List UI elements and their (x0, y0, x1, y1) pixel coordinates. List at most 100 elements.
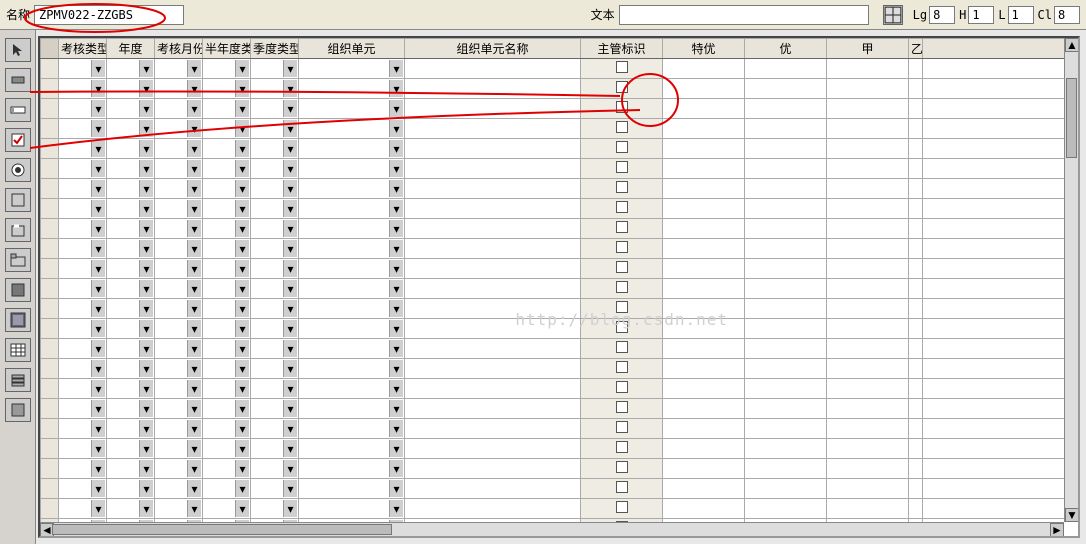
dropdown-cell[interactable]: ▾ (299, 459, 405, 479)
text-cell[interactable] (827, 399, 909, 419)
palette-pointer[interactable] (5, 38, 31, 62)
chevron-down-icon[interactable]: ▾ (187, 220, 201, 237)
text-cell[interactable] (663, 399, 745, 419)
dropdown-cell[interactable]: ▾ (299, 159, 405, 179)
chevron-down-icon[interactable]: ▾ (91, 280, 105, 297)
chevron-down-icon[interactable]: ▾ (187, 260, 201, 277)
text-cell[interactable] (827, 499, 909, 519)
checkbox-icon[interactable] (616, 61, 628, 73)
row-selector[interactable] (41, 439, 59, 459)
chevron-down-icon[interactable]: ▾ (91, 300, 105, 317)
dropdown-cell[interactable]: ▾ (251, 419, 299, 439)
dropdown-cell[interactable]: ▾ (107, 59, 155, 79)
dropdown-cell[interactable]: ▾ (155, 179, 203, 199)
chevron-down-icon[interactable]: ▾ (187, 400, 201, 417)
text-cell[interactable] (745, 99, 827, 119)
text-cell[interactable] (663, 379, 745, 399)
dropdown-cell[interactable]: ▾ (299, 299, 405, 319)
dropdown-cell[interactable]: ▾ (203, 159, 251, 179)
text-cell[interactable] (827, 159, 909, 179)
dropdown-cell[interactable]: ▾ (299, 419, 405, 439)
chevron-down-icon[interactable]: ▾ (139, 500, 153, 517)
row-selector[interactable] (41, 119, 59, 139)
chevron-down-icon[interactable]: ▾ (139, 480, 153, 497)
checkbox-cell[interactable] (581, 479, 663, 499)
chevron-down-icon[interactable]: ▾ (389, 360, 403, 377)
checkbox-cell[interactable] (581, 279, 663, 299)
chevron-down-icon[interactable]: ▾ (187, 340, 201, 357)
text-cell[interactable] (909, 299, 923, 319)
dropdown-cell[interactable]: ▾ (155, 439, 203, 459)
dropdown-cell[interactable]: ▾ (59, 179, 107, 199)
col-header[interactable]: 年度 (107, 39, 155, 59)
palette-frame[interactable] (5, 188, 31, 212)
chevron-down-icon[interactable]: ▾ (139, 160, 153, 177)
dropdown-cell[interactable]: ▾ (155, 419, 203, 439)
text-cell[interactable] (909, 179, 923, 199)
col-header[interactable]: 季度类型 (251, 39, 299, 59)
chevron-down-icon[interactable]: ▾ (283, 320, 297, 337)
dropdown-cell[interactable]: ▾ (299, 339, 405, 359)
text-cell[interactable] (663, 179, 745, 199)
dropdown-cell[interactable]: ▾ (155, 259, 203, 279)
text-cell[interactable] (827, 79, 909, 99)
checkbox-cell[interactable] (581, 139, 663, 159)
chevron-down-icon[interactable]: ▾ (235, 340, 249, 357)
dropdown-cell[interactable]: ▾ (251, 259, 299, 279)
text-cell[interactable] (405, 79, 581, 99)
dropdown-cell[interactable]: ▾ (299, 359, 405, 379)
chevron-down-icon[interactable]: ▾ (389, 220, 403, 237)
row-selector[interactable] (41, 239, 59, 259)
chevron-down-icon[interactable]: ▾ (139, 320, 153, 337)
chevron-down-icon[interactable]: ▾ (187, 440, 201, 457)
dropdown-cell[interactable]: ▾ (107, 319, 155, 339)
checkbox-cell[interactable] (581, 339, 663, 359)
checkbox-cell[interactable] (581, 119, 663, 139)
dropdown-cell[interactable]: ▾ (251, 499, 299, 519)
text-cell[interactable] (405, 239, 581, 259)
text-cell[interactable] (405, 439, 581, 459)
dropdown-cell[interactable]: ▾ (251, 479, 299, 499)
chevron-down-icon[interactable]: ▾ (389, 140, 403, 157)
dropdown-cell[interactable]: ▾ (155, 119, 203, 139)
dropdown-cell[interactable]: ▾ (299, 79, 405, 99)
chevron-down-icon[interactable]: ▾ (139, 220, 153, 237)
dropdown-cell[interactable]: ▾ (155, 79, 203, 99)
checkbox-cell[interactable] (581, 179, 663, 199)
chevron-down-icon[interactable]: ▾ (187, 140, 201, 157)
text-cell[interactable] (827, 319, 909, 339)
chevron-down-icon[interactable]: ▾ (91, 360, 105, 377)
checkbox-icon[interactable] (616, 221, 628, 233)
dropdown-cell[interactable]: ▾ (59, 119, 107, 139)
dropdown-cell[interactable]: ▾ (155, 459, 203, 479)
dropdown-cell[interactable]: ▾ (107, 99, 155, 119)
palette-groupbox[interactable] (5, 218, 31, 242)
chevron-down-icon[interactable]: ▾ (283, 360, 297, 377)
text-cell[interactable] (909, 279, 923, 299)
dropdown-cell[interactable]: ▾ (155, 139, 203, 159)
dropdown-cell[interactable]: ▾ (155, 59, 203, 79)
chevron-down-icon[interactable]: ▾ (139, 100, 153, 117)
checkbox-icon[interactable] (616, 401, 628, 413)
dropdown-cell[interactable]: ▾ (251, 379, 299, 399)
text-cell[interactable] (663, 279, 745, 299)
checkbox-icon[interactable] (616, 161, 628, 173)
dropdown-cell[interactable]: ▾ (203, 439, 251, 459)
text-cell[interactable] (663, 319, 745, 339)
text-cell[interactable] (663, 479, 745, 499)
checkbox-icon[interactable] (616, 301, 628, 313)
dropdown-cell[interactable]: ▾ (251, 139, 299, 159)
dropdown-cell[interactable]: ▾ (107, 119, 155, 139)
dropdown-cell[interactable]: ▾ (203, 259, 251, 279)
chevron-down-icon[interactable]: ▾ (187, 80, 201, 97)
text-cell[interactable] (909, 239, 923, 259)
text-cell[interactable] (909, 199, 923, 219)
col-header[interactable]: 组织单元 (299, 39, 405, 59)
chevron-down-icon[interactable]: ▾ (283, 300, 297, 317)
dropdown-cell[interactable]: ▾ (203, 119, 251, 139)
text-cell[interactable] (663, 159, 745, 179)
chevron-down-icon[interactable]: ▾ (235, 120, 249, 137)
checkbox-cell[interactable] (581, 439, 663, 459)
dropdown-cell[interactable]: ▾ (251, 399, 299, 419)
chevron-down-icon[interactable]: ▾ (235, 320, 249, 337)
